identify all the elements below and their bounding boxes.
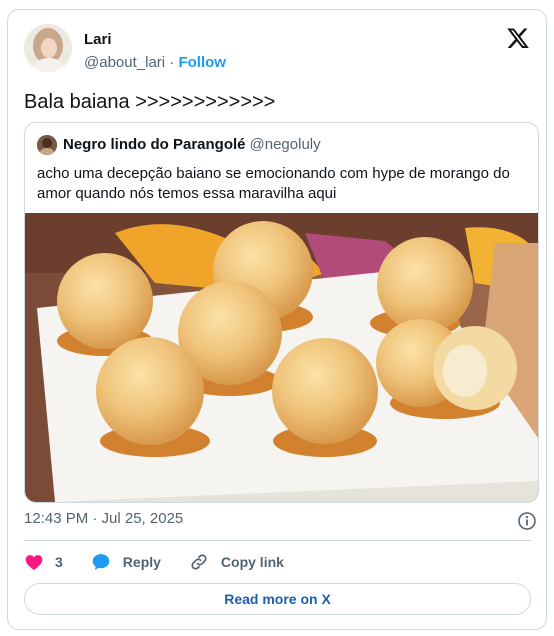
quoted-author-avatar [37,135,57,155]
tweet-card: Lari @about_lari · Follow Bala baiana >>… [7,9,547,630]
reply-label: Reply [122,554,161,570]
tweet-timestamp[interactable]: 12:43 PM · Jul 25, 2025 [24,510,183,527]
divider [24,540,531,541]
quoted-tweet[interactable]: Negro lindo do Parangolé @negoluly acho u… [24,122,539,503]
author-name[interactable]: Lari [84,31,112,48]
speech-bubble-icon [92,554,110,570]
copy-link-button[interactable]: Copy link [189,552,284,572]
tweet-text: Bala baiana >>>>>>>>>>>> [24,91,276,113]
handle-separator: · [169,54,175,71]
reply-button[interactable]: Reply [91,552,161,572]
quoted-media-image [25,213,538,502]
read-more-button[interactable]: Read more on X [24,583,531,615]
quoted-author-row: Negro lindo do Parangolé @negoluly [63,136,321,153]
heart-icon [25,555,43,570]
quoted-text: acho uma decepção baiano se emocionando … [37,165,510,202]
quoted-author-handle: @negoluly [249,136,321,153]
author-handle[interactable]: @about_lari [84,54,165,71]
action-bar: 3 Reply Copy link [24,551,284,573]
like-button[interactable]: 3 [24,552,63,572]
info-icon[interactable] [517,511,537,531]
link-icon [191,554,207,570]
quoted-author-name: Negro lindo do Parangolé [63,136,246,153]
copy-link-label: Copy link [220,554,284,570]
author-handle-row: @about_lari · Follow [84,54,226,71]
author-avatar[interactable] [24,24,72,72]
like-count: 3 [55,554,63,570]
follow-button[interactable]: Follow [178,54,226,71]
x-logo-icon[interactable] [506,26,530,50]
